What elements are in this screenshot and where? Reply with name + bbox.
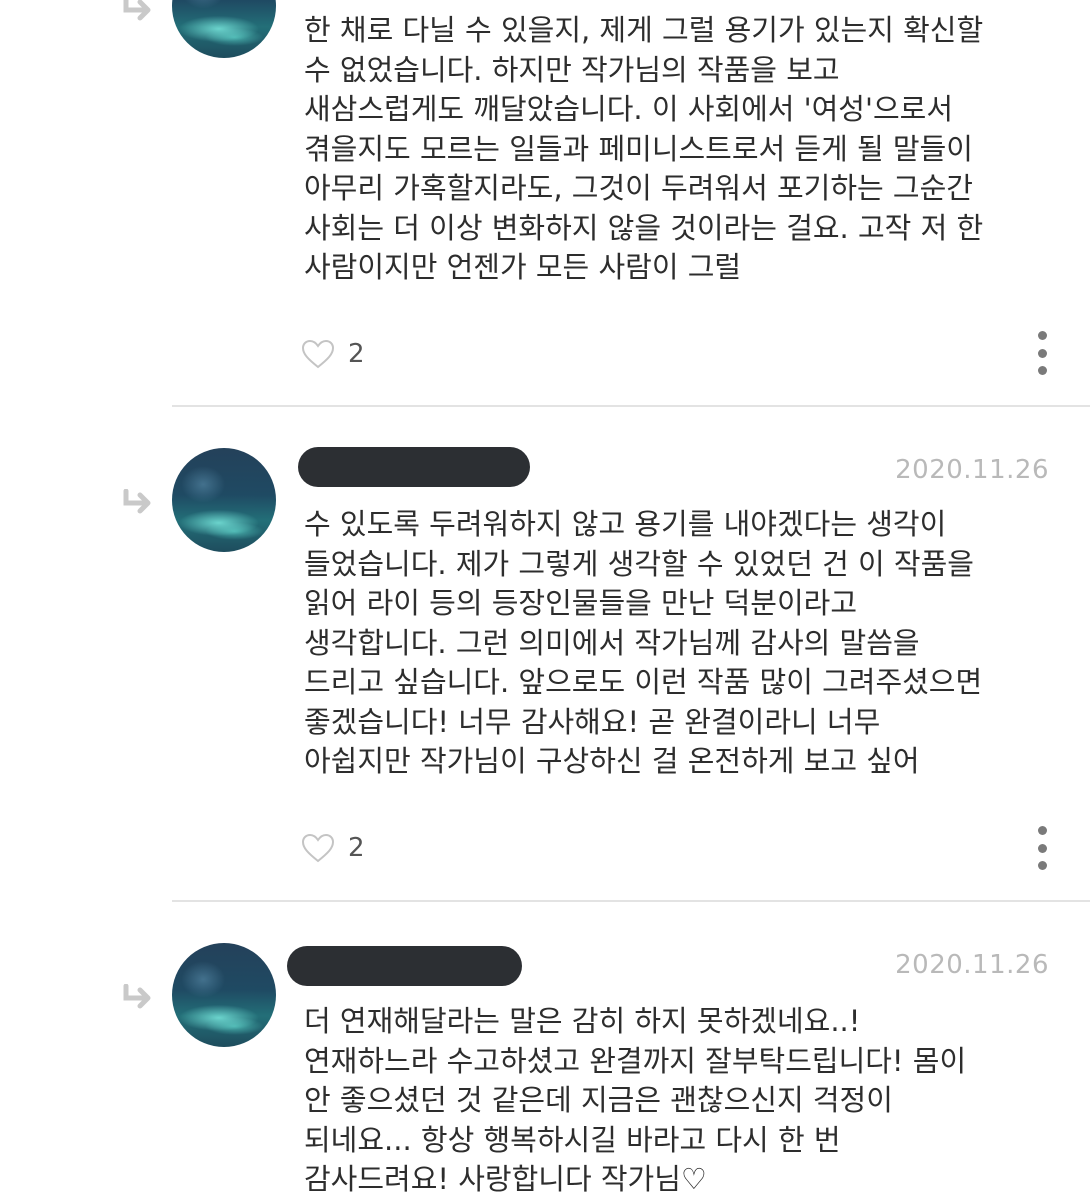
heart-outline-icon [301, 833, 335, 863]
username-redacted [298, 447, 530, 487]
comment-item: 한 채로 다닐 수 있을지, 제게 그럴 용기가 있는지 확신할 수 없었습니다… [0, 0, 1090, 407]
comment-line: 수 없었습니다. 하지만 작가님의 작품을 보고 [304, 52, 840, 87]
more-vertical-icon-dot [1037, 843, 1047, 853]
more-vertical-icon-dot [1037, 826, 1047, 835]
comment-line: 겪을지도 모르는 일들과 페미니스트로서 듣게 될 말들이 [304, 131, 973, 166]
more-vertical-icon-dot [1037, 348, 1047, 358]
heart-outline-icon [301, 339, 335, 369]
comment-line: 사람이지만 언젠가 모든 사람이 그럴 [304, 250, 742, 284]
comment-line: 더 연재해달라는 말은 감히 하지 못하겠네요..! [304, 1004, 861, 1038]
comment-body: 수 있도록 두려워하지 않고 용기를 내야겠다는 생각이 들었습니다. 제가 그… [304, 505, 1064, 782]
like-count: 2 [348, 339, 365, 369]
comment-item: 2020.11.26 더 연재해달라는 말은 감히 하지 못하겠네요..! 연재… [0, 902, 1090, 1200]
comment-line: 감사드려요! 사랑합니다 작가님♡ [304, 1162, 707, 1196]
more-options-button[interactable] [1034, 826, 1050, 870]
comment-line: 되네요... 항상 행복하시길 바라고 다시 한 번 [304, 1122, 841, 1157]
comment-line: 읽어 라이 등의 등장인물들을 만난 덕분이라고 [304, 586, 858, 620]
like-button[interactable]: 2 [300, 336, 365, 372]
like-button[interactable]: 2 [300, 830, 365, 866]
comment-body: 더 연재해달라는 말은 감히 하지 못하겠네요..! 연재하느라 수고하셨고 완… [304, 1002, 1064, 1200]
comment-line: 연재하느라 수고하셨고 완결까지 잘부탁드립니다! 몸이 [304, 1043, 967, 1078]
more-vertical-icon-dot [1037, 331, 1047, 340]
comment-line: 아쉽지만 작가님이 구상하신 걸 온전하게 보고 싶어 [304, 744, 920, 778]
comment-date: 2020.11.26 [895, 950, 1049, 980]
reply-arrow-icon [123, 0, 151, 21]
comment-line: 안 좋으셨던 것 같은데 지금은 괜찮으신지 걱정이 [304, 1083, 893, 1117]
username-redacted [287, 946, 522, 986]
comment-line: 한 채로 다닐 수 있을지, 제게 그럴 용기가 있는지 확신할 [304, 13, 984, 47]
comment-list: 한 채로 다닐 수 있을지, 제게 그럴 용기가 있는지 확신할 수 없었습니다… [0, 0, 1090, 1200]
avatar[interactable] [172, 448, 276, 552]
comment-date: 2020.11.26 [895, 455, 1049, 485]
more-options-button[interactable] [1034, 331, 1050, 375]
comment-body: 한 채로 다닐 수 있을지, 제게 그럴 용기가 있는지 확신할 수 없었습니다… [304, 11, 1064, 288]
reply-arrow-icon [123, 489, 151, 514]
reply-arrow-icon [123, 984, 151, 1009]
comment-line: 아무리 가혹할지라도, 그것이 두려워서 포기하는 그순간 [304, 171, 973, 205]
more-vertical-icon-dot [1037, 861, 1047, 870]
comment-line: 수 있도록 두려워하지 않고 용기를 내야겠다는 생각이 [304, 507, 947, 541]
avatar[interactable] [172, 943, 276, 1047]
like-count: 2 [348, 833, 365, 863]
avatar[interactable] [172, 0, 276, 58]
comment-line: 좋겠습니다! 너무 감사해요! 곧 완결이라니 너무 [304, 704, 881, 739]
comment-item: 2020.11.26 수 있도록 두려워하지 않고 용기를 내야겠다는 생각이 … [0, 407, 1090, 902]
comment-line: 생각합니다. 그런 의미에서 작가님께 감사의 말씀을 [304, 625, 920, 660]
more-vertical-icon-dot [1037, 366, 1047, 375]
comment-line: 드리고 싶습니다. 앞으로도 이런 작품 많이 그려주셨으면 [304, 665, 983, 699]
comment-line: 사회는 더 이상 변화하지 않을 것이라는 걸요. 고작 저 한 [304, 210, 984, 245]
comment-line: 새삼스럽게도 깨달았습니다. 이 사회에서 '여성'으로서 [304, 92, 953, 126]
comment-line: 들었습니다. 제가 그렇게 생각할 수 있었던 건 이 작품을 [304, 546, 974, 581]
